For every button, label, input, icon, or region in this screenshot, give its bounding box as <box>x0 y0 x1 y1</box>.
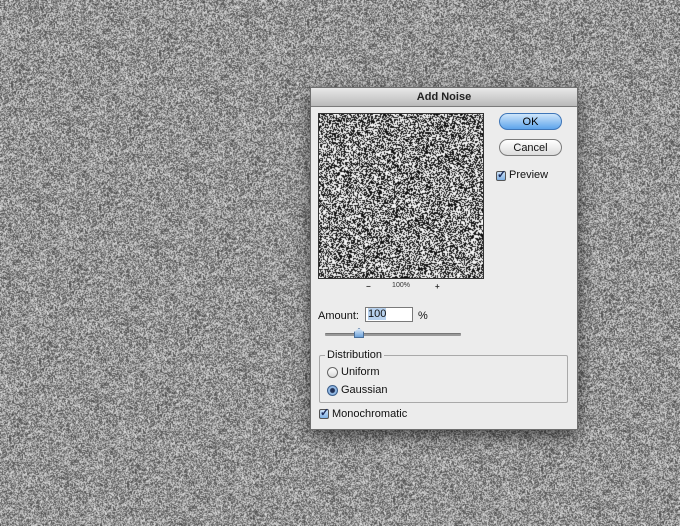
preview-image[interactable] <box>319 114 483 278</box>
amount-value: 100 <box>368 308 387 320</box>
amount-slider-thumb-icon[interactable] <box>354 328 364 338</box>
amount-slider-track[interactable] <box>325 333 461 336</box>
zoom-level-text: 100% <box>392 282 410 289</box>
checkmark-icon: ✓ <box>497 169 507 181</box>
uniform-radio[interactable] <box>327 367 338 378</box>
distribution-legend: Distribution <box>325 349 385 361</box>
zoom-controls: − 100% + <box>318 282 484 294</box>
monochromatic-checkbox[interactable]: ✓ <box>319 407 330 419</box>
amount-label: Amount: <box>318 310 359 322</box>
cancel-button[interactable]: Cancel <box>499 139 562 156</box>
amount-input[interactable]: 100 <box>365 307 413 322</box>
monochromatic-label[interactable]: Monochromatic <box>332 408 407 420</box>
add-noise-dialog: Add Noise − 100% + OK Cancel ✓ Preview A… <box>310 87 578 430</box>
zoom-in-button[interactable]: + <box>435 282 440 291</box>
gaussian-radio[interactable] <box>327 385 338 396</box>
checkmark-icon: ✓ <box>320 407 330 419</box>
preview-checkbox[interactable]: ✓ <box>496 169 507 181</box>
filter-preview-pane[interactable] <box>318 113 484 279</box>
ok-button[interactable]: OK <box>499 113 562 130</box>
preview-label[interactable]: Preview <box>509 169 548 181</box>
uniform-label[interactable]: Uniform <box>341 366 380 378</box>
gaussian-label[interactable]: Gaussian <box>341 384 387 396</box>
amount-unit: % <box>418 310 428 322</box>
dialog-title[interactable]: Add Noise <box>311 88 577 107</box>
